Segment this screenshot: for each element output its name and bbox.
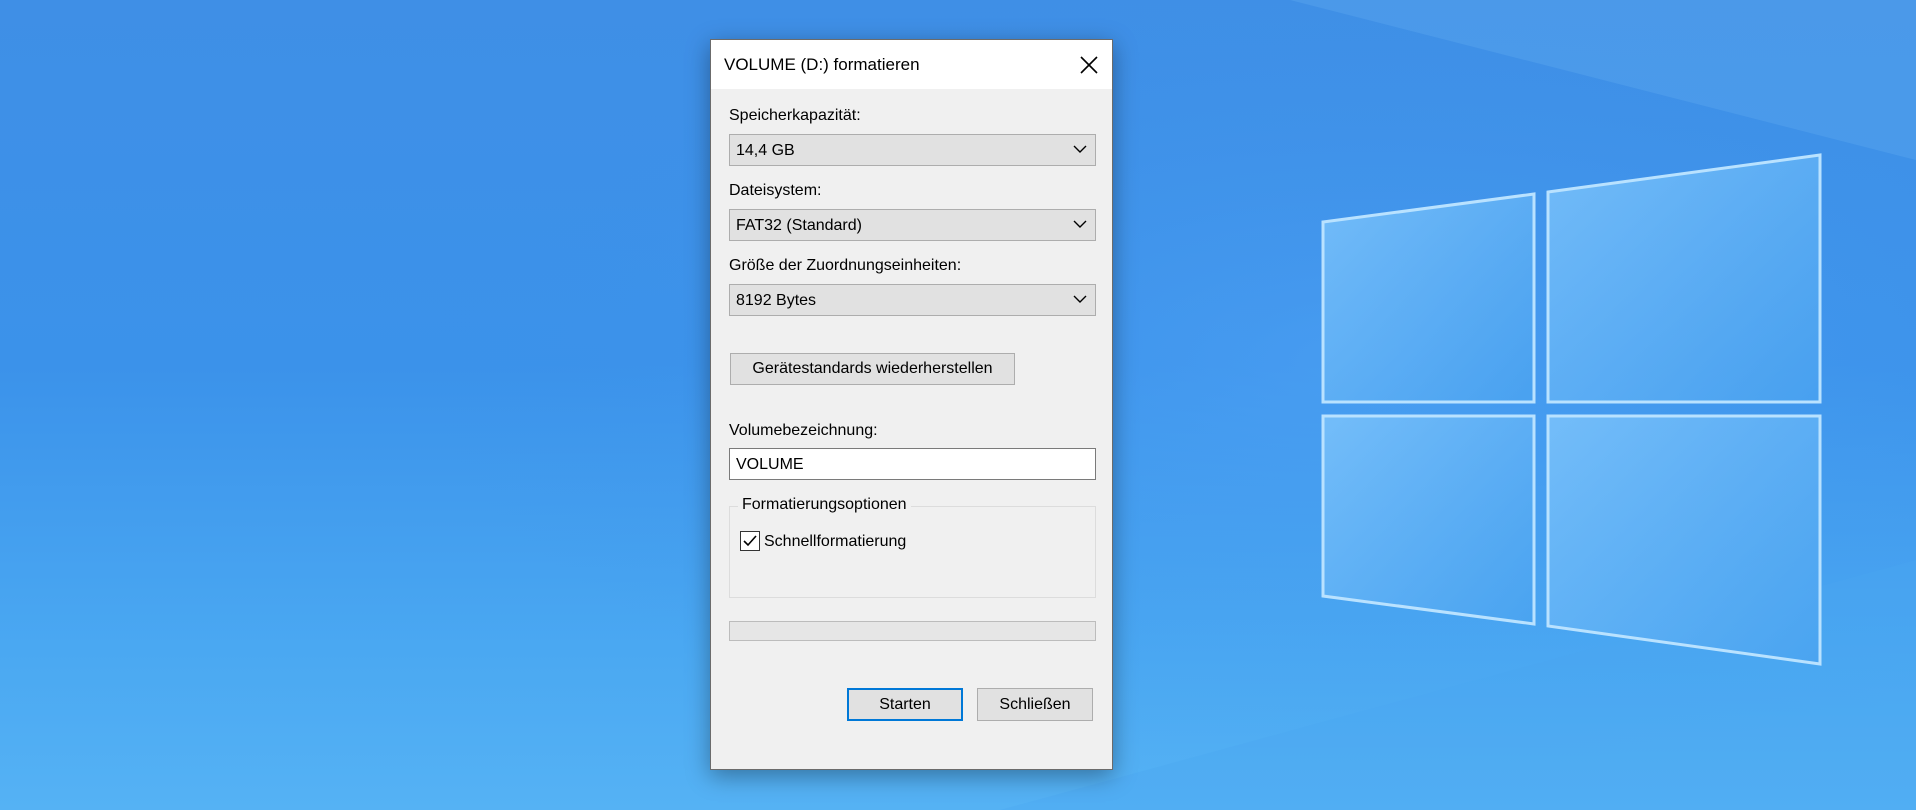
start-button[interactable]: Starten — [847, 688, 963, 721]
volume-label-value: VOLUME — [736, 456, 804, 473]
title-bar: VOLUME (D:) formatieren — [711, 40, 1112, 89]
filesystem-select[interactable]: FAT32 (Standard) — [729, 209, 1096, 241]
allocation-select[interactable]: 8192 Bytes — [729, 284, 1096, 316]
capacity-value: 14,4 GB — [736, 142, 795, 159]
close-button[interactable] — [1066, 40, 1112, 89]
volume-label-input[interactable]: VOLUME — [729, 448, 1096, 480]
close-icon — [1080, 55, 1098, 74]
allocation-label: Größe der Zuordnungseinheiten: — [729, 257, 962, 274]
filesystem-value: FAT32 (Standard) — [736, 217, 862, 234]
chevron-down-icon — [1073, 295, 1087, 303]
volume-label-caption: Volumebezeichnung: — [729, 422, 878, 439]
filesystem-label: Dateisystem: — [729, 182, 822, 199]
format-options-group: Formatierungsoptionen Schnellformatierun… — [729, 496, 1096, 598]
allocation-value: 8192 Bytes — [736, 292, 817, 309]
format-options-legend: Formatierungsoptionen — [738, 496, 911, 514]
capacity-label: Speicherkapazität: — [729, 107, 861, 124]
chevron-down-icon — [1073, 145, 1087, 153]
format-dialog: VOLUME (D:) formatieren Speicherkapazitä… — [710, 39, 1113, 770]
restore-defaults-button[interactable]: Gerätestandards wiederherstellen — [730, 353, 1015, 385]
quick-format-label[interactable]: Schnellformatierung — [764, 533, 906, 551]
checkmark-icon — [743, 535, 757, 547]
dialog-title: VOLUME (D:) formatieren — [724, 55, 920, 74]
format-progress-bar — [729, 621, 1096, 641]
capacity-select[interactable]: 14,4 GB — [729, 134, 1096, 166]
close-dialog-button[interactable]: Schließen — [977, 688, 1093, 721]
quick-format-checkbox[interactable] — [740, 531, 760, 551]
chevron-down-icon — [1073, 220, 1087, 228]
